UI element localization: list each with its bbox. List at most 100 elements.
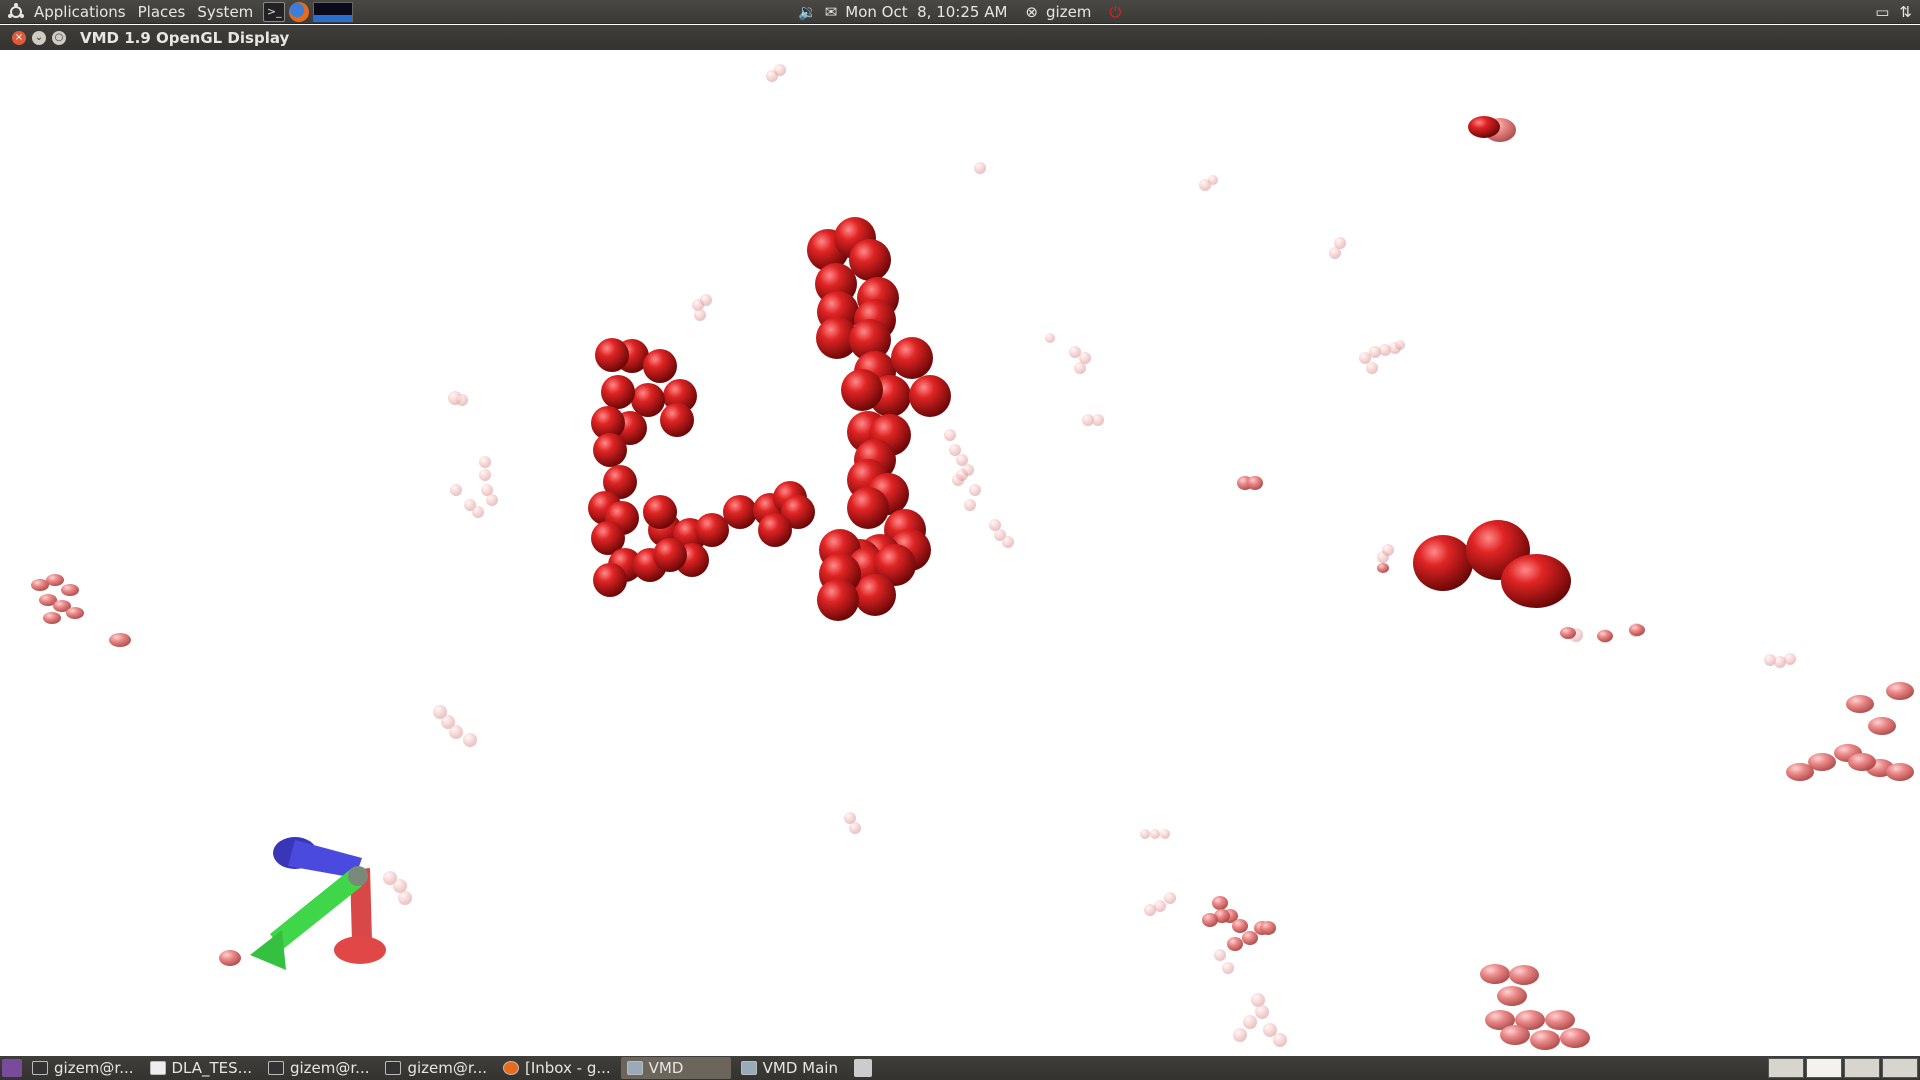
bead	[472, 506, 484, 518]
molecule-scene[interactable]	[0, 50, 1920, 1056]
terminal-icon[interactable]: >_	[263, 1, 286, 22]
task-terminal-1[interactable]: gizem@r...	[26, 1057, 140, 1079]
show-desktop-icon[interactable]	[2, 1059, 22, 1077]
bead	[593, 433, 627, 467]
bead	[1359, 352, 1371, 364]
bead	[1369, 346, 1381, 358]
bead	[891, 337, 933, 379]
terminal-icon	[385, 1061, 402, 1075]
network-icon[interactable]: ⇅	[1899, 3, 1912, 21]
bead	[1242, 931, 1258, 945]
workspace-3[interactable]	[1844, 1058, 1880, 1078]
bead	[1886, 763, 1914, 781]
window-titlebar[interactable]: × ⌄ ○ VMD 1.9 OpenGL Display	[0, 25, 1920, 50]
bead	[1413, 535, 1473, 591]
bead	[1629, 624, 1645, 636]
terminal-icon	[267, 1061, 284, 1075]
bead	[1140, 829, 1150, 839]
power-icon[interactable]: ⏻	[1109, 3, 1121, 21]
task-firefox-inbox[interactable]: [Inbox - g...	[497, 1057, 617, 1079]
close-icon[interactable]: ×	[12, 30, 26, 45]
window-title: VMD 1.9 OpenGL Display	[80, 28, 290, 47]
bead	[1232, 919, 1248, 933]
task-editor[interactable]: DLA_TES...	[144, 1057, 258, 1079]
task-label: DLA_TES...	[171, 1059, 252, 1077]
user-name[interactable]: gizem	[1046, 3, 1091, 21]
workspace-4[interactable]	[1882, 1058, 1918, 1078]
bead	[766, 70, 778, 82]
bead	[1260, 921, 1276, 935]
bead	[43, 612, 61, 624]
bead	[944, 429, 956, 441]
bead	[1480, 964, 1510, 984]
bead	[1366, 362, 1378, 374]
maximize-icon[interactable]: ○	[52, 30, 66, 45]
bead	[1501, 554, 1571, 608]
bead	[1247, 476, 1263, 490]
bottom-taskbar: gizem@r... DLA_TES... gizem@r... gizem@r…	[0, 1056, 1920, 1080]
volume-icon[interactable]: 🔉	[798, 3, 817, 21]
bead	[1273, 1033, 1287, 1047]
bead	[1045, 333, 1055, 343]
terminal-icon	[32, 1061, 48, 1075]
bead	[463, 733, 477, 747]
bead	[1500, 1025, 1530, 1045]
bead	[1208, 175, 1218, 185]
bead	[1848, 753, 1876, 771]
bead	[956, 454, 968, 466]
bead	[974, 162, 986, 174]
bead	[909, 375, 951, 417]
bead	[847, 487, 889, 529]
bead	[1468, 116, 1500, 138]
task-label: [Inbox - g...	[524, 1059, 611, 1077]
mail-icon[interactable]: ✉	[825, 3, 838, 21]
menu-system[interactable]: System	[191, 0, 259, 24]
bead	[949, 444, 961, 456]
bead	[66, 607, 84, 619]
task-vmd-main[interactable]: VMD Main	[735, 1057, 844, 1079]
task-terminal-2[interactable]: gizem@r...	[262, 1057, 376, 1079]
bead	[1212, 896, 1228, 910]
bead	[643, 495, 677, 529]
bead	[1868, 717, 1896, 735]
bead	[1382, 544, 1394, 556]
task-terminal-3[interactable]: gizem@r...	[379, 1057, 493, 1079]
opengl-display[interactable]	[0, 50, 1920, 1056]
bead	[1002, 536, 1014, 548]
user-status-icon[interactable]: ⊗	[1025, 3, 1038, 21]
bead	[1251, 993, 1265, 1007]
bead	[486, 494, 498, 506]
display-icon[interactable]: ▭	[1875, 3, 1889, 21]
clock[interactable]: Mon Oct 8, 10:25 AM	[845, 3, 1007, 21]
bead	[450, 484, 462, 496]
bead	[1074, 362, 1086, 374]
bead	[1886, 682, 1914, 700]
trash-icon[interactable]	[854, 1059, 872, 1077]
workspace-1[interactable]	[1768, 1058, 1804, 1078]
system-monitor-icon[interactable]	[313, 1, 354, 22]
task-vmd[interactable]: VMD	[620, 1057, 731, 1079]
firefox-icon	[502, 1061, 519, 1075]
top-panel: Applications Places System >_ 🔉 ✉ Mon Oc…	[0, 0, 1920, 24]
minimize-icon[interactable]: ⌄	[32, 30, 46, 45]
menu-applications[interactable]: Applications	[28, 0, 132, 24]
bead	[1379, 344, 1391, 356]
bead	[1560, 627, 1576, 639]
task-label: gizem@r...	[407, 1059, 487, 1077]
bead	[601, 375, 635, 409]
bead	[1329, 247, 1341, 259]
bead	[723, 495, 757, 529]
bead	[854, 574, 896, 616]
workspace-2[interactable]	[1806, 1058, 1842, 1078]
bead	[660, 403, 694, 437]
menu-places[interactable]: Places	[132, 0, 192, 24]
bead	[1243, 1015, 1257, 1029]
bead	[1233, 1028, 1247, 1042]
bead	[1786, 763, 1814, 781]
bead	[1150, 829, 1160, 839]
editor-icon	[149, 1061, 166, 1075]
ubuntu-logo-icon[interactable]	[6, 2, 26, 22]
firefox-icon[interactable]	[289, 1, 310, 22]
bead	[694, 309, 706, 321]
bead	[1214, 949, 1226, 961]
